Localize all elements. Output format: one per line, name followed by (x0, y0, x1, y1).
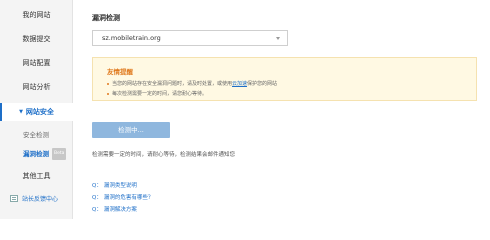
sidebar-item-site-analysis[interactable]: 网站分析 (0, 80, 73, 94)
sidebar-item-data-submit[interactable]: 数据提交 (0, 32, 73, 46)
faq-prefix: Q： (92, 207, 102, 213)
faq-text: 漏洞类型说明 (103, 183, 137, 189)
caret-down-icon (276, 37, 280, 40)
sidebar-item-site-security[interactable]: ▼ 网站安全 (0, 103, 73, 121)
faq-link-vuln-harm[interactable]: Q： 漏洞的危害有哪些？ (92, 193, 153, 201)
sidebar-item-site-config[interactable]: 网站配置 (0, 56, 73, 70)
beta-badge: Beta (52, 148, 67, 160)
tip-line-2-text: 每次检测需要一定的时间，请您耐心等待。 (112, 91, 208, 97)
faq-prefix: Q： (92, 195, 102, 201)
tip-line-1-tail: 保护您的网站 (247, 81, 278, 87)
tip-box: 友情提醒 当您的网站存在安全漏洞问题时，请及时处置，或使用云加速保护您的网站 每… (92, 57, 477, 101)
page-title: 漏洞检测 (92, 14, 120, 22)
cloud-acceleration-link[interactable]: 云加速 (232, 81, 247, 87)
chevron-down-icon: ▼ (19, 109, 23, 115)
sidebar-subitem-vuln-check[interactable]: 漏洞检测 Beta (0, 148, 73, 160)
bullet-icon (107, 92, 109, 95)
sidebar-subitem-security-check[interactable]: 安全检测 (0, 129, 73, 141)
feedback-icon (10, 194, 18, 202)
bullet-icon (107, 82, 109, 85)
tip-title: 友情提醒 (107, 68, 133, 76)
domain-select[interactable]: sz.mobiletrain.org (92, 30, 288, 46)
main-content: 漏洞检测 sz.mobiletrain.org 友情提醒 当您的网站存在安全漏洞… (92, 0, 482, 219)
sidebar-item-other-tools[interactable]: 其他工具 (0, 169, 73, 183)
faq-text: 漏洞的危害有哪些？ (103, 195, 154, 201)
detect-button[interactable]: 检测中... (92, 122, 170, 138)
sidebar-item-label: 网站安全 (25, 108, 54, 116)
tip-line-1-text: 当您的网站存在安全漏洞问题时，请及时处置，或使用 (112, 81, 233, 87)
detect-hint: 检测需要一定的时间，请耐心等待，检测结果会邮件通知您 (92, 152, 236, 158)
sidebar-item-my-sites[interactable]: 我的网站 (0, 8, 73, 22)
tip-line-1: 当您的网站存在安全漏洞问题时，请及时处置，或使用云加速保护您的网站 (107, 80, 277, 87)
feedback-center-link[interactable]: 站长反馈中心 (0, 190, 73, 206)
faq-link-vuln-solution[interactable]: Q： 漏洞解决方案 (92, 205, 137, 213)
sidebar-subitem-label: 漏洞检测 (23, 150, 49, 158)
faq-prefix: Q： (92, 183, 102, 189)
tip-line-2: 每次检测需要一定的时间，请您耐心等待。 (107, 90, 207, 97)
domain-select-value: sz.mobiletrain.org (102, 34, 161, 42)
faq-link-vuln-types[interactable]: Q： 漏洞类型说明 (92, 181, 137, 189)
faq-text: 漏洞解决方案 (103, 207, 137, 213)
feedback-label: 站长反馈中心 (22, 195, 59, 203)
sidebar: 我的网站 数据提交 网站配置 网站分析 ▼ 网站安全 安全检测 漏洞检测 Beta … (0, 0, 73, 219)
